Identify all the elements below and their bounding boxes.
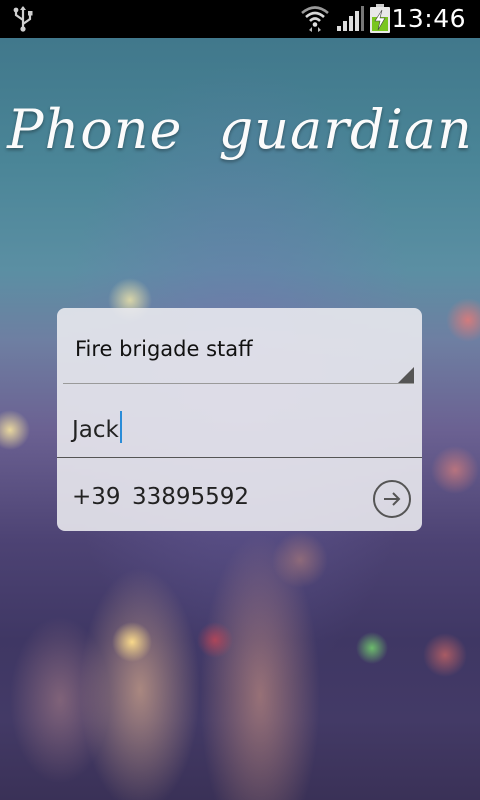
- dropdown-triangle-icon: [398, 367, 414, 383]
- status-clock: 13:46: [391, 4, 466, 33]
- battery-charging-icon: [370, 4, 390, 33]
- arrow-right-circle-icon: [384, 492, 401, 506]
- usb-icon: [13, 6, 33, 32]
- guardian-form-card: Fire brigade staff Jack +39 33895592: [57, 308, 422, 531]
- name-text: Jack: [72, 417, 119, 443]
- category-dropdown[interactable]: Fire brigade staff: [63, 308, 414, 384]
- wifi-icon: [301, 6, 329, 32]
- signal-icon: [337, 6, 364, 31]
- phone-input[interactable]: +39 33895592: [57, 459, 422, 531]
- text-cursor: [119, 411, 122, 443]
- app-title: Phone guardian: [7, 98, 473, 161]
- submit-button[interactable]: [373, 480, 411, 518]
- phone-number-value: 33895592: [132, 484, 250, 510]
- status-bar: 13:46: [0, 0, 480, 38]
- phone-country-prefix[interactable]: +39: [72, 484, 121, 510]
- name-input[interactable]: Jack: [57, 385, 422, 458]
- name-input-value: Jack: [72, 411, 122, 443]
- category-dropdown-value: Fire brigade staff: [75, 337, 253, 361]
